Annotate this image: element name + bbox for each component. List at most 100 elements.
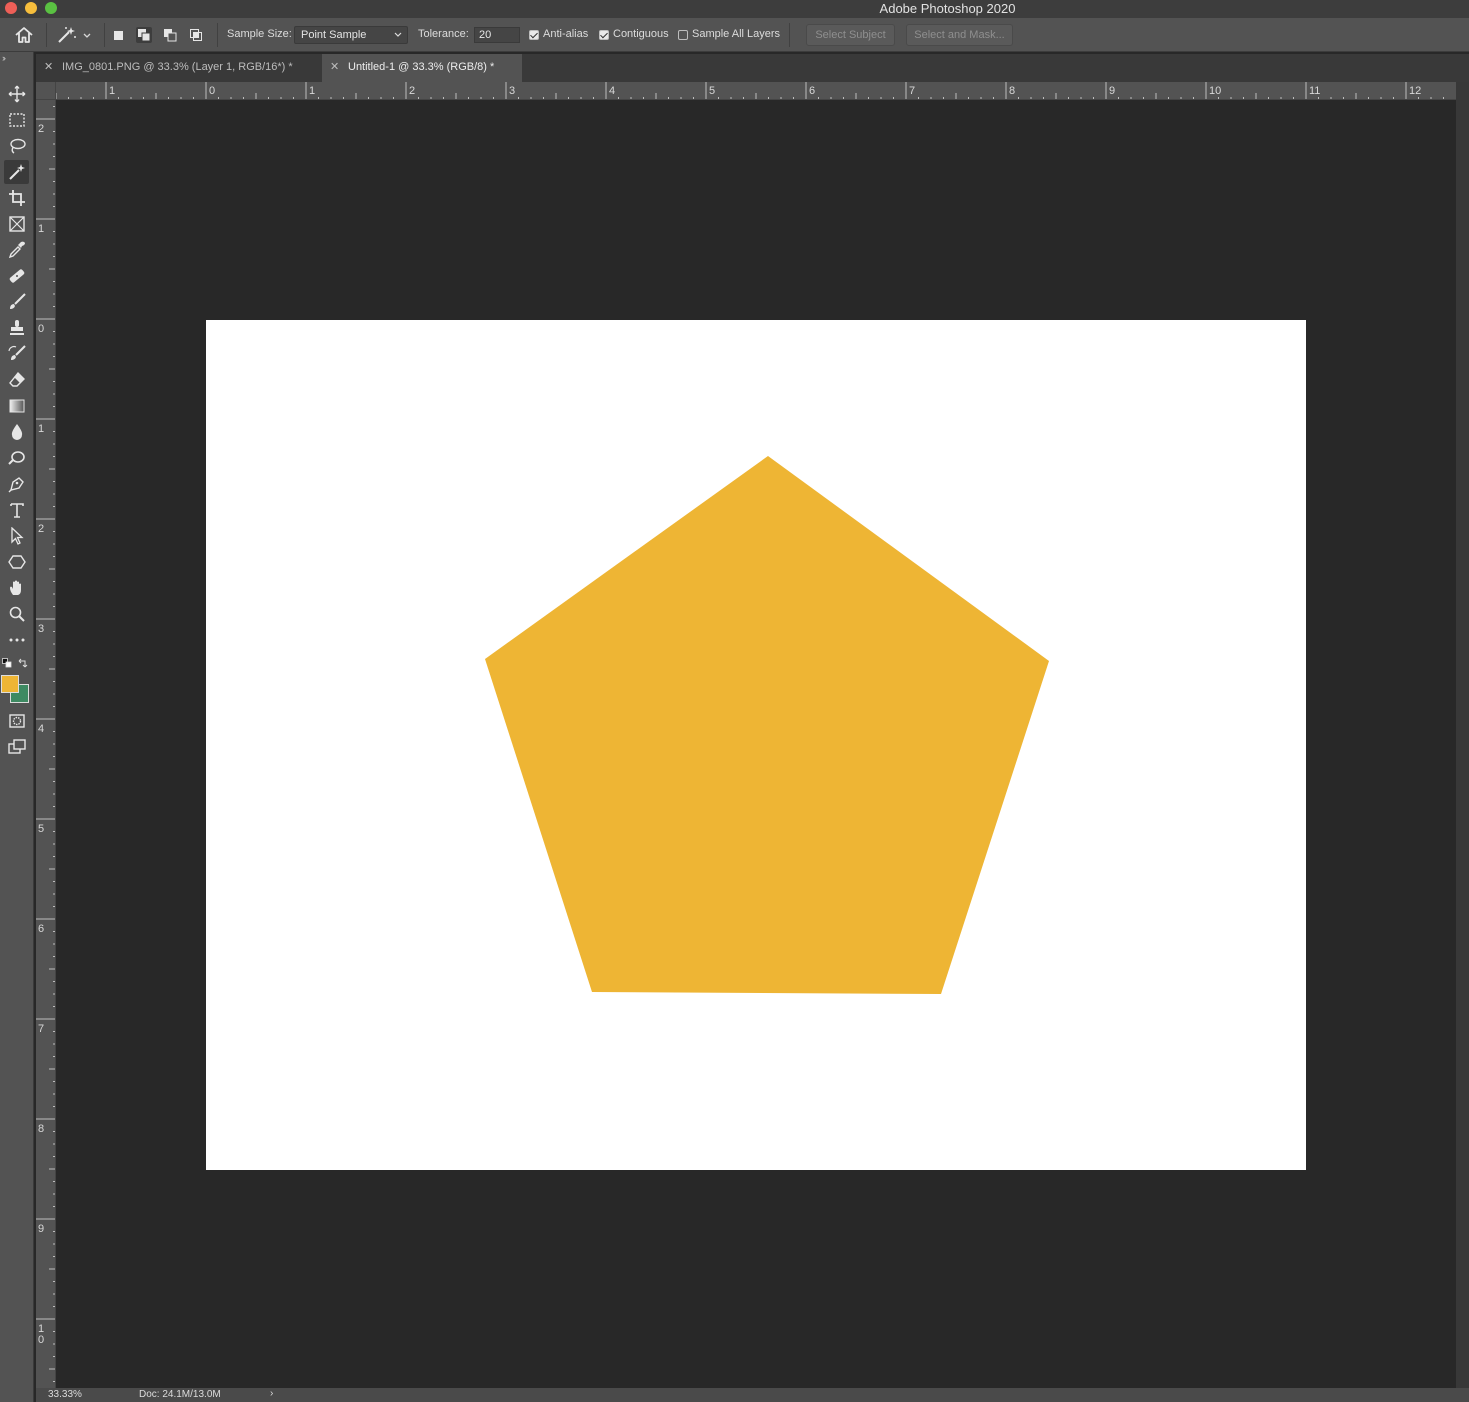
shape-tool[interactable] <box>4 550 29 574</box>
ruler-label: 1 <box>38 223 44 235</box>
home-button[interactable] <box>12 25 36 45</box>
quick-mask-button[interactable] <box>4 709 29 733</box>
horizontal-ruler[interactable]: 1 0 1 2 3 4 5 6 7 8 9 10 11 12 <box>56 82 1456 100</box>
new-selection-icon <box>114 31 123 40</box>
vertical-ruler-ticks: 21012345678910 <box>36 106 55 1382</box>
separator <box>46 23 47 47</box>
frame-tool[interactable] <box>4 212 29 236</box>
options-bar: Sample Size: Point Sample Tolerance: 20 … <box>0 18 1469 52</box>
eraser-tool[interactable] <box>4 368 29 392</box>
ruler-label: 10 <box>1209 85 1221 97</box>
magic-wand-tool[interactable] <box>4 160 29 184</box>
document-canvas[interactable] <box>206 320 1306 1170</box>
crop-icon <box>8 190 25 206</box>
ruler-label: 1 <box>38 423 44 435</box>
subtract-from-selection-button[interactable] <box>162 27 178 43</box>
magnifier-icon <box>9 606 25 622</box>
swap-colors-icon[interactable] <box>18 658 28 668</box>
sample-size-select[interactable]: Point Sample <box>294 26 408 44</box>
app-title: Adobe Photoshop 2020 <box>879 1 1016 16</box>
default-colors-icon[interactable] <box>2 658 12 668</box>
foreground-color-swatch[interactable] <box>1 675 19 693</box>
arrow-select-icon <box>10 527 24 545</box>
pen-tool[interactable] <box>4 472 29 496</box>
separator <box>789 23 790 47</box>
tools-panel: ›› <box>0 52 34 1402</box>
edit-toolbar-button[interactable] <box>4 628 29 652</box>
close-icon[interactable]: ✕ <box>330 54 339 80</box>
water-drop-icon <box>11 424 22 440</box>
document-tab-active[interactable]: ✕ Untitled-1 @ 33.3% (RGB/8) * <box>322 54 522 82</box>
sample-size-label: Sample Size: <box>227 28 292 40</box>
quick-mask-icon <box>8 714 25 728</box>
pen-icon <box>8 477 24 493</box>
ruler-origin[interactable] <box>36 82 56 100</box>
dodge-tool[interactable] <box>4 446 29 470</box>
hand-icon <box>9 580 21 595</box>
tolerance-input[interactable]: 20 <box>474 27 520 43</box>
select-and-mask-button[interactable]: Select and Mask... <box>906 24 1013 46</box>
contiguous-label: Contiguous <box>613 28 669 40</box>
ruler-label: 9 <box>1109 85 1115 97</box>
gradient-tool[interactable] <box>4 394 29 418</box>
anti-alias-checkbox[interactable] <box>529 30 539 40</box>
ruler-label: 4 <box>609 85 615 97</box>
chevron-right-icon[interactable]: › <box>270 1388 273 1399</box>
tab-label: IMG_0801.PNG @ 33.3% (Layer 1, RGB/16*) … <box>62 61 293 73</box>
intersect-selection-icon <box>190 29 202 41</box>
tab-label: Untitled-1 @ 33.3% (RGB/8) * <box>348 61 495 73</box>
ruler-label: 2 <box>409 85 415 97</box>
blur-tool[interactable] <box>4 420 29 444</box>
ruler-label: 0 <box>38 323 44 335</box>
close-icon[interactable]: ✕ <box>44 54 53 80</box>
add-to-selection-button[interactable] <box>136 27 152 43</box>
zoom-tool[interactable] <box>4 602 29 626</box>
photoshop-window: Adobe Photoshop 2020 Sample Size: Point … <box>0 0 1469 1402</box>
lasso-icon <box>9 138 26 154</box>
ruler-label: 6 <box>809 85 815 97</box>
screen-mode-button[interactable] <box>4 735 29 759</box>
ruler-label: 5 <box>38 823 44 835</box>
history-brush-tool[interactable] <box>4 342 29 366</box>
collapse-panel-icon[interactable]: ›› <box>2 53 6 63</box>
eyedropper-tool[interactable] <box>4 238 29 262</box>
path-selection-tool[interactable] <box>4 524 29 548</box>
healing-brush-tool[interactable] <box>4 264 29 288</box>
home-icon <box>15 27 33 43</box>
type-icon <box>9 503 24 518</box>
tool-preset-picker[interactable] <box>56 25 96 45</box>
new-selection-button[interactable] <box>110 27 126 43</box>
add-selection-icon <box>138 29 151 42</box>
contiguous-checkbox[interactable] <box>599 30 609 40</box>
eyedropper-icon <box>8 241 25 259</box>
move-tool[interactable] <box>4 82 29 106</box>
brush-tool[interactable] <box>4 290 29 314</box>
sample-size-value: Point Sample <box>301 29 367 41</box>
vertical-ruler[interactable]: 21012345678910 <box>36 100 56 1388</box>
chevron-down-icon <box>394 32 402 37</box>
zoom-level[interactable]: 33.33% <box>48 1389 82 1400</box>
hand-tool[interactable] <box>4 576 29 600</box>
intersect-selection-button[interactable] <box>188 27 204 43</box>
document-size[interactable]: Doc: 24.1M/13.0M <box>139 1389 221 1400</box>
select-subject-button[interactable]: Select Subject <box>806 24 895 46</box>
ruler-label: 0 <box>38 1334 44 1346</box>
stamp-icon <box>9 320 24 335</box>
pentagon-shape[interactable] <box>485 456 1049 994</box>
lasso-tool[interactable] <box>4 134 29 158</box>
clone-stamp-tool[interactable] <box>4 316 29 340</box>
hexagon-icon <box>7 555 26 569</box>
type-tool[interactable] <box>4 498 29 522</box>
anti-alias-label: Anti-alias <box>543 28 589 40</box>
marquee-tool[interactable] <box>4 108 29 132</box>
brush-icon <box>9 293 26 309</box>
ruler-label: 3 <box>38 623 44 635</box>
canvas-workspace[interactable] <box>57 101 1456 1388</box>
ruler-label: 12 <box>1409 85 1421 97</box>
more-dots-icon <box>9 638 24 642</box>
document-tab[interactable]: ✕ IMG_0801.PNG @ 33.3% (Layer 1, RGB/16*… <box>36 54 322 82</box>
ruler-label: 5 <box>709 85 715 97</box>
ruler-label: 7 <box>909 85 915 97</box>
sample-all-layers-checkbox[interactable] <box>678 30 688 40</box>
crop-tool[interactable] <box>4 186 29 210</box>
